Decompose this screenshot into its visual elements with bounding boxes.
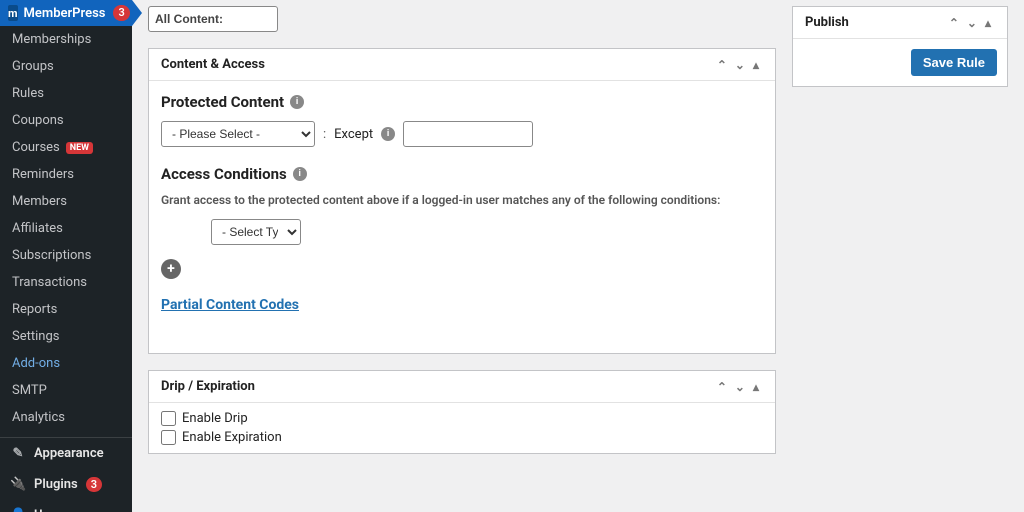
- info-icon[interactable]: i: [293, 167, 307, 181]
- chevron-up-icon[interactable]: ⌃: [713, 380, 731, 394]
- sidebar-item-transactions[interactable]: Transactions: [0, 269, 132, 296]
- save-rule-button[interactable]: Save Rule: [911, 49, 997, 76]
- enable-drip-row[interactable]: Enable Drip: [161, 409, 763, 428]
- brush-icon: ✎: [10, 446, 26, 461]
- add-condition-button[interactable]: +: [161, 259, 181, 279]
- access-conditions-desc: Grant access to the protected content ab…: [161, 193, 763, 207]
- brand-pointer-icon: [132, 0, 142, 26]
- partial-content-codes-link[interactable]: Partial Content Codes: [161, 297, 299, 313]
- drip-expiration-title: Drip / Expiration: [161, 379, 713, 394]
- brand-bar[interactable]: m MemberPress 3: [0, 0, 132, 26]
- drip-expiration-metabox: Drip / Expiration ⌃ ⌄ ▴ Enable Drip Enab…: [148, 370, 776, 454]
- sidebar-item-rules[interactable]: Rules: [0, 80, 132, 107]
- publish-title: Publish: [805, 15, 945, 30]
- publish-metabox: Publish ⌃ ⌄ ▴ Save Rule: [792, 6, 1008, 87]
- access-conditions-heading: Access Conditions i: [161, 165, 763, 183]
- chevron-down-icon[interactable]: ⌄: [963, 16, 981, 30]
- rule-title-input[interactable]: [148, 6, 278, 32]
- sidebar-item-subscriptions[interactable]: Subscriptions: [0, 242, 132, 269]
- user-icon: 👤: [10, 508, 26, 512]
- chevron-down-icon[interactable]: ⌄: [731, 58, 749, 72]
- sidebar-item-groups[interactable]: Groups: [0, 53, 132, 80]
- plugins-update-count: 3: [86, 477, 102, 492]
- sidebar-item-analytics[interactable]: Analytics: [0, 404, 132, 431]
- new-badge: NEW: [66, 142, 93, 154]
- enable-expiration-checkbox[interactable]: [161, 430, 176, 445]
- caret-up-icon[interactable]: ▴: [981, 16, 995, 30]
- info-icon[interactable]: i: [381, 127, 395, 141]
- sidebar-item-members[interactable]: Members: [0, 188, 132, 215]
- chevron-down-icon[interactable]: ⌄: [731, 380, 749, 394]
- admin-sidebar: m MemberPress 3 Memberships Groups Rules…: [0, 0, 132, 512]
- chevron-up-icon[interactable]: ⌃: [945, 16, 963, 30]
- sidebar-item-memberships[interactable]: Memberships: [0, 26, 132, 53]
- publish-handle[interactable]: Publish ⌃ ⌄ ▴: [793, 7, 1007, 38]
- enable-expiration-row[interactable]: Enable Expiration: [161, 428, 763, 447]
- sidebar-item-coupons[interactable]: Coupons: [0, 107, 132, 134]
- content-access-handle[interactable]: Content & Access ⌃ ⌄ ▴: [149, 49, 775, 80]
- protected-content-select[interactable]: - Please Select -: [161, 121, 315, 147]
- access-type-select[interactable]: - Select Type -: [211, 219, 301, 245]
- drip-expiration-handle[interactable]: Drip / Expiration ⌃ ⌄ ▴: [149, 371, 775, 402]
- enable-drip-checkbox[interactable]: [161, 411, 176, 426]
- sidebar-item-courses[interactable]: CoursesNEW: [0, 134, 132, 161]
- brand-notice-count: 3: [113, 5, 129, 21]
- except-input[interactable]: [403, 121, 533, 147]
- content-access-metabox: Content & Access ⌃ ⌄ ▴ Protected Content…: [148, 48, 776, 354]
- content-access-title: Content & Access: [161, 57, 713, 72]
- sidebar-item-addons[interactable]: Add-ons: [0, 350, 132, 377]
- sidebar-item-reminders[interactable]: Reminders: [0, 161, 132, 188]
- sidebar-item-appearance[interactable]: ✎Appearance: [0, 438, 132, 469]
- sidebar-item-plugins[interactable]: 🔌Plugins3: [0, 469, 132, 500]
- submenu: Memberships Groups Rules Coupons Courses…: [0, 26, 132, 431]
- main-column: Content & Access ⌃ ⌄ ▴ Protected Content…: [148, 6, 776, 504]
- sidebar-item-users[interactable]: 👤Users: [0, 500, 132, 512]
- sidebar-item-smtp[interactable]: SMTP: [0, 377, 132, 404]
- brand-icon: m: [8, 5, 18, 21]
- info-icon[interactable]: i: [290, 95, 304, 109]
- caret-up-icon[interactable]: ▴: [749, 380, 763, 394]
- content-area: Content & Access ⌃ ⌄ ▴ Protected Content…: [132, 0, 1024, 512]
- chevron-up-icon[interactable]: ⌃: [713, 58, 731, 72]
- sidebar-item-settings[interactable]: Settings: [0, 323, 132, 350]
- side-column: Publish ⌃ ⌄ ▴ Save Rule: [792, 6, 1008, 504]
- protected-content-heading: Protected Content i: [161, 93, 763, 111]
- sidebar-item-affiliates[interactable]: Affiliates: [0, 215, 132, 242]
- brand-label: MemberPress: [24, 6, 106, 21]
- caret-up-icon[interactable]: ▴: [749, 58, 763, 72]
- mainmenu: ✎Appearance 🔌Plugins3 👤Users 🔧Tools: [0, 437, 132, 512]
- sidebar-item-reports[interactable]: Reports: [0, 296, 132, 323]
- plug-icon: 🔌: [10, 477, 26, 492]
- except-label: Except: [334, 127, 373, 142]
